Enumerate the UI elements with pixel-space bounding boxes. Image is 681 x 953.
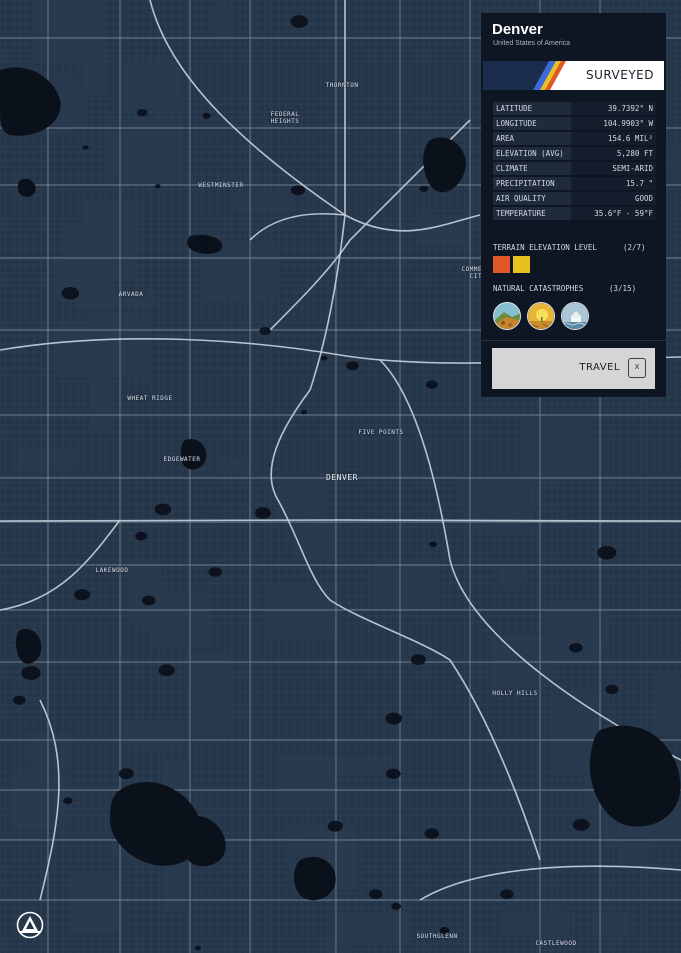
stat-row: PRECIPITATION 15.7 ": [493, 176, 656, 192]
stat-row: AIR QUALITY GOOD: [493, 191, 656, 207]
place-label: ARVADA: [118, 291, 144, 298]
stat-value: 5,280 FT: [571, 146, 656, 162]
place-label: CASTLEWOOD: [535, 940, 577, 947]
city-info-panel: Denver United States of America SURVEYED…: [481, 13, 666, 397]
stat-row: LONGITUDE 104.9903° W: [493, 116, 656, 132]
place-label: SOUTHGLENN: [416, 933, 458, 940]
travel-key-hint: X: [628, 358, 646, 378]
stat-label: AREA: [493, 131, 571, 147]
city-name: Denver: [492, 21, 543, 38]
travel-label: TRAVEL: [579, 362, 620, 373]
stat-label: AIR QUALITY: [493, 191, 571, 207]
status-text: SURVEYED: [585, 68, 654, 82]
panel-divider: [481, 340, 666, 341]
terrain-elevation-count: (2/7): [623, 243, 646, 252]
place-label: FIVE POINTS: [358, 429, 404, 436]
stat-value: 35.6°F - 59°F: [571, 206, 656, 222]
place-label: FEDERAL HEIGHTS: [270, 111, 300, 125]
stat-value: SEMI-ARID: [571, 161, 656, 177]
terrain-elevation-label: TERRAIN ELEVATION LEVEL: [493, 243, 597, 252]
app-logo-icon[interactable]: [16, 911, 44, 939]
stat-label: TEMPERATURE: [493, 206, 571, 222]
natural-catastrophes-label: NATURAL CATASTROPHES: [493, 284, 584, 293]
terrain-swatch-1: [493, 256, 510, 273]
country-name: United States of America: [493, 40, 571, 47]
stat-label: PRECIPITATION: [493, 176, 571, 192]
stat-row: ELEVATION (AVG) 5,280 FT: [493, 146, 656, 162]
stat-row: LATITUDE 39.7392° N: [493, 102, 656, 117]
terrain-swatch-2: [513, 256, 530, 273]
stat-label: LATITUDE: [493, 102, 571, 117]
place-label: WHEAT RIDGE: [127, 395, 173, 402]
stat-row: TEMPERATURE 35.6°F - 59°F: [493, 206, 656, 222]
place-label: HOLLY HILLS: [492, 690, 538, 697]
stat-row: AREA 154.6 MIL²: [493, 131, 656, 147]
stat-value: 39.7392° N: [571, 102, 656, 117]
stat-value: GOOD: [571, 191, 656, 207]
place-label: DENVER: [326, 473, 358, 482]
drought-icon: [527, 302, 555, 330]
stat-label: CLIMATE: [493, 161, 571, 177]
stat-value: 104.9903° W: [571, 116, 656, 132]
landslide-icon: [493, 302, 521, 330]
stat-label: ELEVATION (AVG): [493, 146, 571, 162]
stat-value: 154.6 MIL²: [571, 131, 656, 147]
status-banner: SURVEYED: [483, 61, 664, 90]
natural-catastrophes-count: (3/15): [609, 284, 637, 293]
stat-row: CLIMATE SEMI-ARID: [493, 161, 656, 177]
place-label: EDGEWATER: [163, 456, 201, 463]
place-label: WESTMINSTER: [198, 182, 244, 189]
stripes-decoration: [483, 61, 573, 90]
place-label: THORNTON: [325, 82, 359, 89]
stat-value: 15.7 ": [571, 176, 656, 192]
travel-button[interactable]: TRAVEL X: [492, 348, 655, 389]
stats-table: LATITUDE 39.7392° N LONGITUDE 104.9903° W AR…: [493, 102, 656, 222]
stat-label: LONGITUDE: [493, 116, 571, 132]
place-label: LAKEWOOD: [95, 567, 129, 574]
flood-icon: [561, 302, 589, 330]
